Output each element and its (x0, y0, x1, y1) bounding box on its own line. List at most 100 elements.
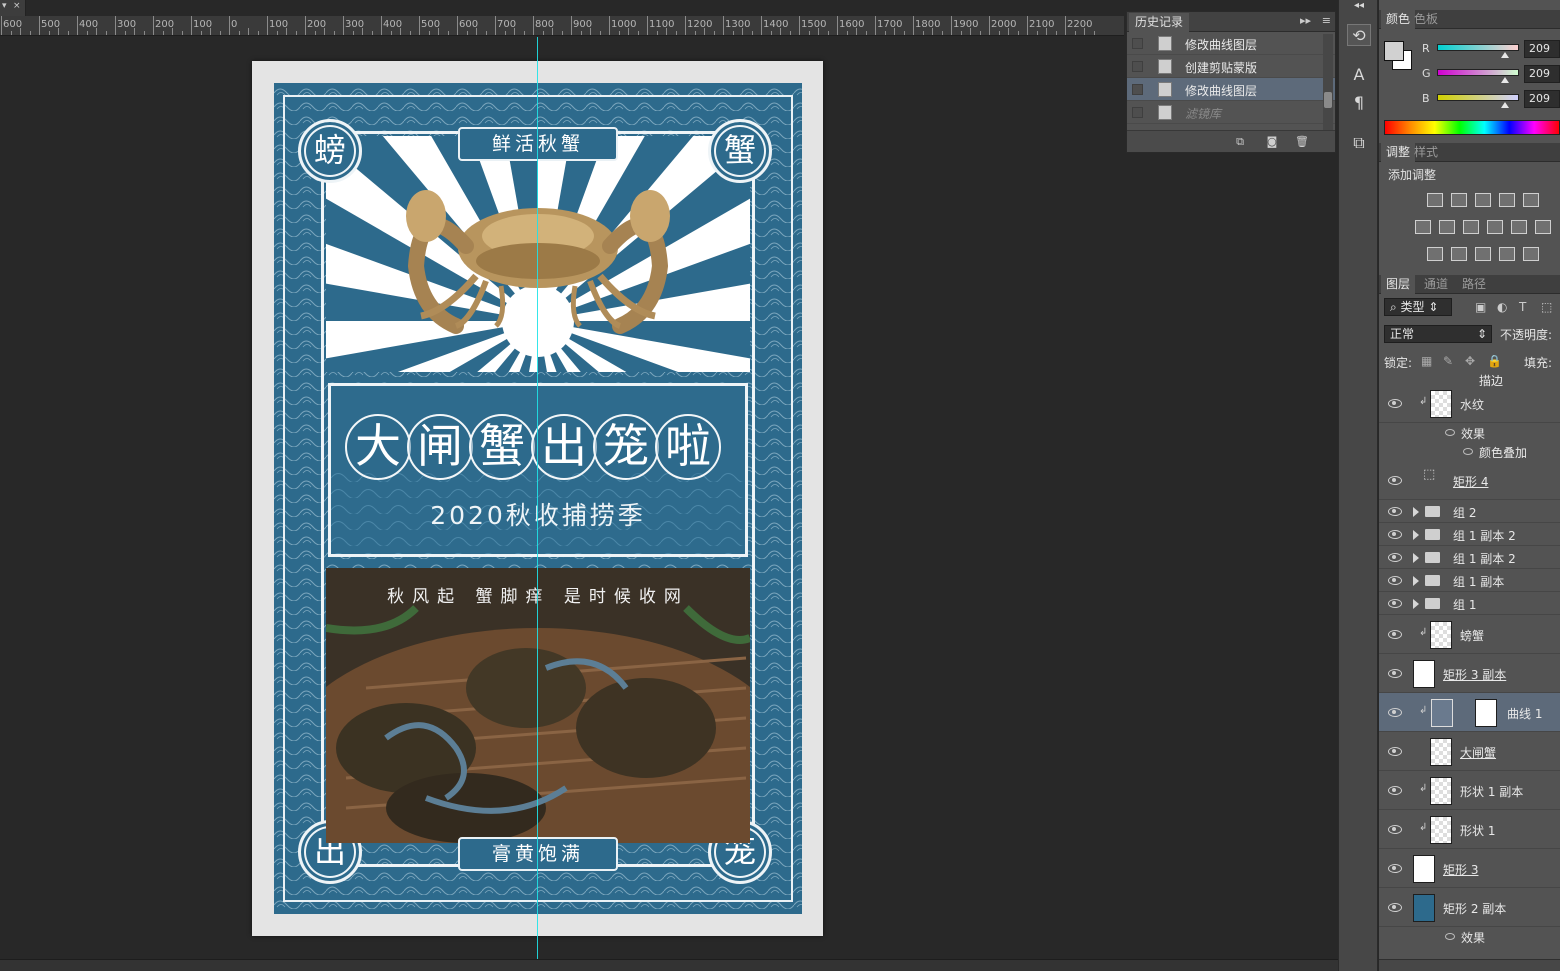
history-item[interactable]: 修改曲线图层 (1127, 78, 1335, 101)
tab-history[interactable]: 历史记录 (1129, 13, 1190, 32)
tab-swatches[interactable]: 色板 (1409, 10, 1443, 29)
layer-row[interactable]: 矩形 3 副本 (1379, 654, 1560, 693)
layer-row[interactable]: 矩形 2 副本 (1379, 888, 1560, 927)
lock-transparency-icon[interactable]: ▦ (1421, 354, 1432, 368)
history-checkbox[interactable] (1132, 61, 1143, 72)
channel-value-input[interactable]: 209 (1524, 90, 1560, 108)
horizontal-ruler[interactable]: 600 500 400 300 200 100 0 100 200 300 400 500 600 700… (0, 16, 1124, 36)
tab-styles[interactable]: 样式 (1409, 143, 1443, 162)
collapse-icon[interactable]: ▸▸ (1300, 14, 1311, 27)
expand-arrow-icon[interactable] (1413, 575, 1419, 586)
visibility-eye-icon[interactable] (1388, 824, 1402, 834)
lock-paint-icon[interactable]: ✎ (1443, 354, 1453, 368)
exposure-icon[interactable] (1499, 193, 1515, 207)
expand-arrow-icon[interactable] (1413, 506, 1419, 517)
collapse-arrows-icon[interactable]: ◂◂ (1347, 0, 1371, 12)
slider-thumb[interactable] (1501, 77, 1510, 83)
layer-mask-thumbnail[interactable] (1475, 698, 1497, 727)
effect-eye-icon[interactable] (1463, 447, 1473, 455)
shape-filter-icon[interactable]: ⬚ (1541, 300, 1552, 314)
expand-arrow-icon[interactable] (1413, 552, 1419, 563)
gradient-fill-icon[interactable] (1523, 247, 1539, 261)
layer-group-row[interactable]: 组 1 副本 2 (1379, 523, 1560, 546)
effect-eye-icon[interactable] (1445, 428, 1455, 436)
gradient-map-icon[interactable] (1523, 193, 1539, 207)
history-checkbox[interactable] (1132, 38, 1143, 49)
layer-row[interactable]: 大闸蟹 (1379, 732, 1560, 771)
history-item[interactable]: 滤镜库 (1127, 101, 1335, 124)
levels-icon[interactable] (1451, 193, 1467, 207)
snapshot-icon[interactable]: ◙ (1265, 135, 1279, 148)
close-tab-icon[interactable]: × (13, 1, 21, 11)
layer-row[interactable]: ↲ 形状 1 (1379, 810, 1560, 849)
photo-filter-icon[interactable] (1487, 220, 1503, 234)
history-item[interactable]: 创建剪贴蒙版 (1127, 55, 1335, 78)
blend-mode-select[interactable]: 正常 ⇕ (1384, 325, 1492, 343)
layer-group-row[interactable]: 组 1 (1379, 592, 1560, 615)
layer-effect-row[interactable]: 效果 (1379, 423, 1560, 442)
visibility-eye-icon[interactable] (1388, 398, 1402, 408)
history-item[interactable]: 修改曲线图层 (1127, 32, 1335, 55)
new-document-icon[interactable]: ⧉ (1233, 135, 1247, 148)
channel-slider[interactable] (1437, 94, 1519, 108)
layer-row[interactable]: ↲ 水纹 (1379, 384, 1560, 423)
channel-slider[interactable] (1437, 44, 1519, 58)
balance-icon[interactable] (1439, 220, 1455, 234)
visibility-eye-icon[interactable] (1388, 668, 1402, 678)
selective-color-icon[interactable] (1499, 247, 1515, 261)
lock-position-icon[interactable]: ✥ (1465, 354, 1475, 368)
slider-thumb[interactable] (1501, 52, 1510, 58)
tab-layers[interactable]: 图层 (1381, 275, 1416, 294)
layer-row[interactable]: ⬚ 矩形 4 (1379, 461, 1560, 500)
visibility-eye-icon[interactable] (1388, 475, 1402, 485)
visibility-eye-icon[interactable] (1388, 598, 1402, 608)
visibility-eye-icon[interactable] (1388, 707, 1402, 717)
curves-icon[interactable] (1475, 193, 1491, 207)
layer-group-row[interactable]: 组 1 副本 (1379, 569, 1560, 592)
channel-value-input[interactable]: 209 (1524, 65, 1560, 83)
history-scrollbar[interactable] (1323, 34, 1333, 130)
layer-row[interactable]: ↲ 形状 1 副本 (1379, 771, 1560, 810)
vertical-guide[interactable] (537, 37, 538, 959)
pixel-filter-icon[interactable]: ▣ (1475, 300, 1486, 314)
paragraph-icon[interactable]: ¶ (1347, 92, 1371, 114)
lock-all-icon[interactable]: 🔒 (1487, 354, 1502, 368)
vibrance-icon[interactable] (1415, 220, 1431, 234)
history-checkbox[interactable] (1132, 107, 1143, 118)
layer-comps-icon[interactable]: ⧉ (1347, 132, 1371, 154)
visibility-eye-icon[interactable] (1388, 863, 1402, 873)
expand-arrow-icon[interactable] (1413, 529, 1419, 540)
history-scroll-thumb[interactable] (1324, 92, 1332, 108)
visibility-eye-icon[interactable] (1388, 575, 1402, 585)
visibility-eye-icon[interactable] (1388, 506, 1402, 516)
layer-effect-row[interactable]: 效果 (1379, 927, 1560, 946)
channel-slider[interactable] (1437, 69, 1519, 83)
document-tab[interactable]: ▾ × (0, 0, 26, 16)
posterize-icon[interactable] (1451, 247, 1467, 261)
adjustment-filter-icon[interactable]: ◐ (1497, 300, 1507, 314)
layer-group-row[interactable]: 组 1 副本 2 (1379, 546, 1560, 569)
character-icon[interactable]: A (1347, 64, 1371, 86)
channel-mixer-icon[interactable] (1511, 220, 1527, 234)
bw-icon[interactable] (1463, 220, 1479, 234)
history-checkbox[interactable] (1132, 84, 1143, 95)
channel-value-input[interactable]: 209 (1524, 40, 1560, 58)
layer-kind-filter[interactable]: ⌕ 类型 ⇕ (1384, 298, 1452, 316)
horizontal-scrollbar[interactable] (0, 959, 1338, 971)
layer-group-row[interactable]: 组 2 (1379, 500, 1560, 523)
history-toggle-icon[interactable]: ⟲ (1347, 24, 1371, 46)
visibility-eye-icon[interactable] (1388, 529, 1402, 539)
invert-icon[interactable] (1427, 247, 1443, 261)
foreground-color-swatch[interactable] (1384, 41, 1404, 61)
layer-row[interactable]: 矩形 3 (1379, 849, 1560, 888)
layer-row[interactable]: ↲ 曲线 1 (1379, 693, 1560, 732)
color-spectrum[interactable] (1384, 120, 1560, 135)
panel-menu-icon[interactable]: ≡ (1322, 14, 1331, 27)
expand-arrow-icon[interactable] (1413, 598, 1419, 609)
slider-thumb[interactable] (1501, 102, 1510, 108)
trash-icon[interactable]: 🗑 (1295, 135, 1309, 148)
threshold-icon[interactable] (1475, 247, 1491, 261)
visibility-eye-icon[interactable] (1388, 629, 1402, 639)
visibility-eye-icon[interactable] (1388, 552, 1402, 562)
effect-eye-icon[interactable] (1445, 932, 1455, 940)
